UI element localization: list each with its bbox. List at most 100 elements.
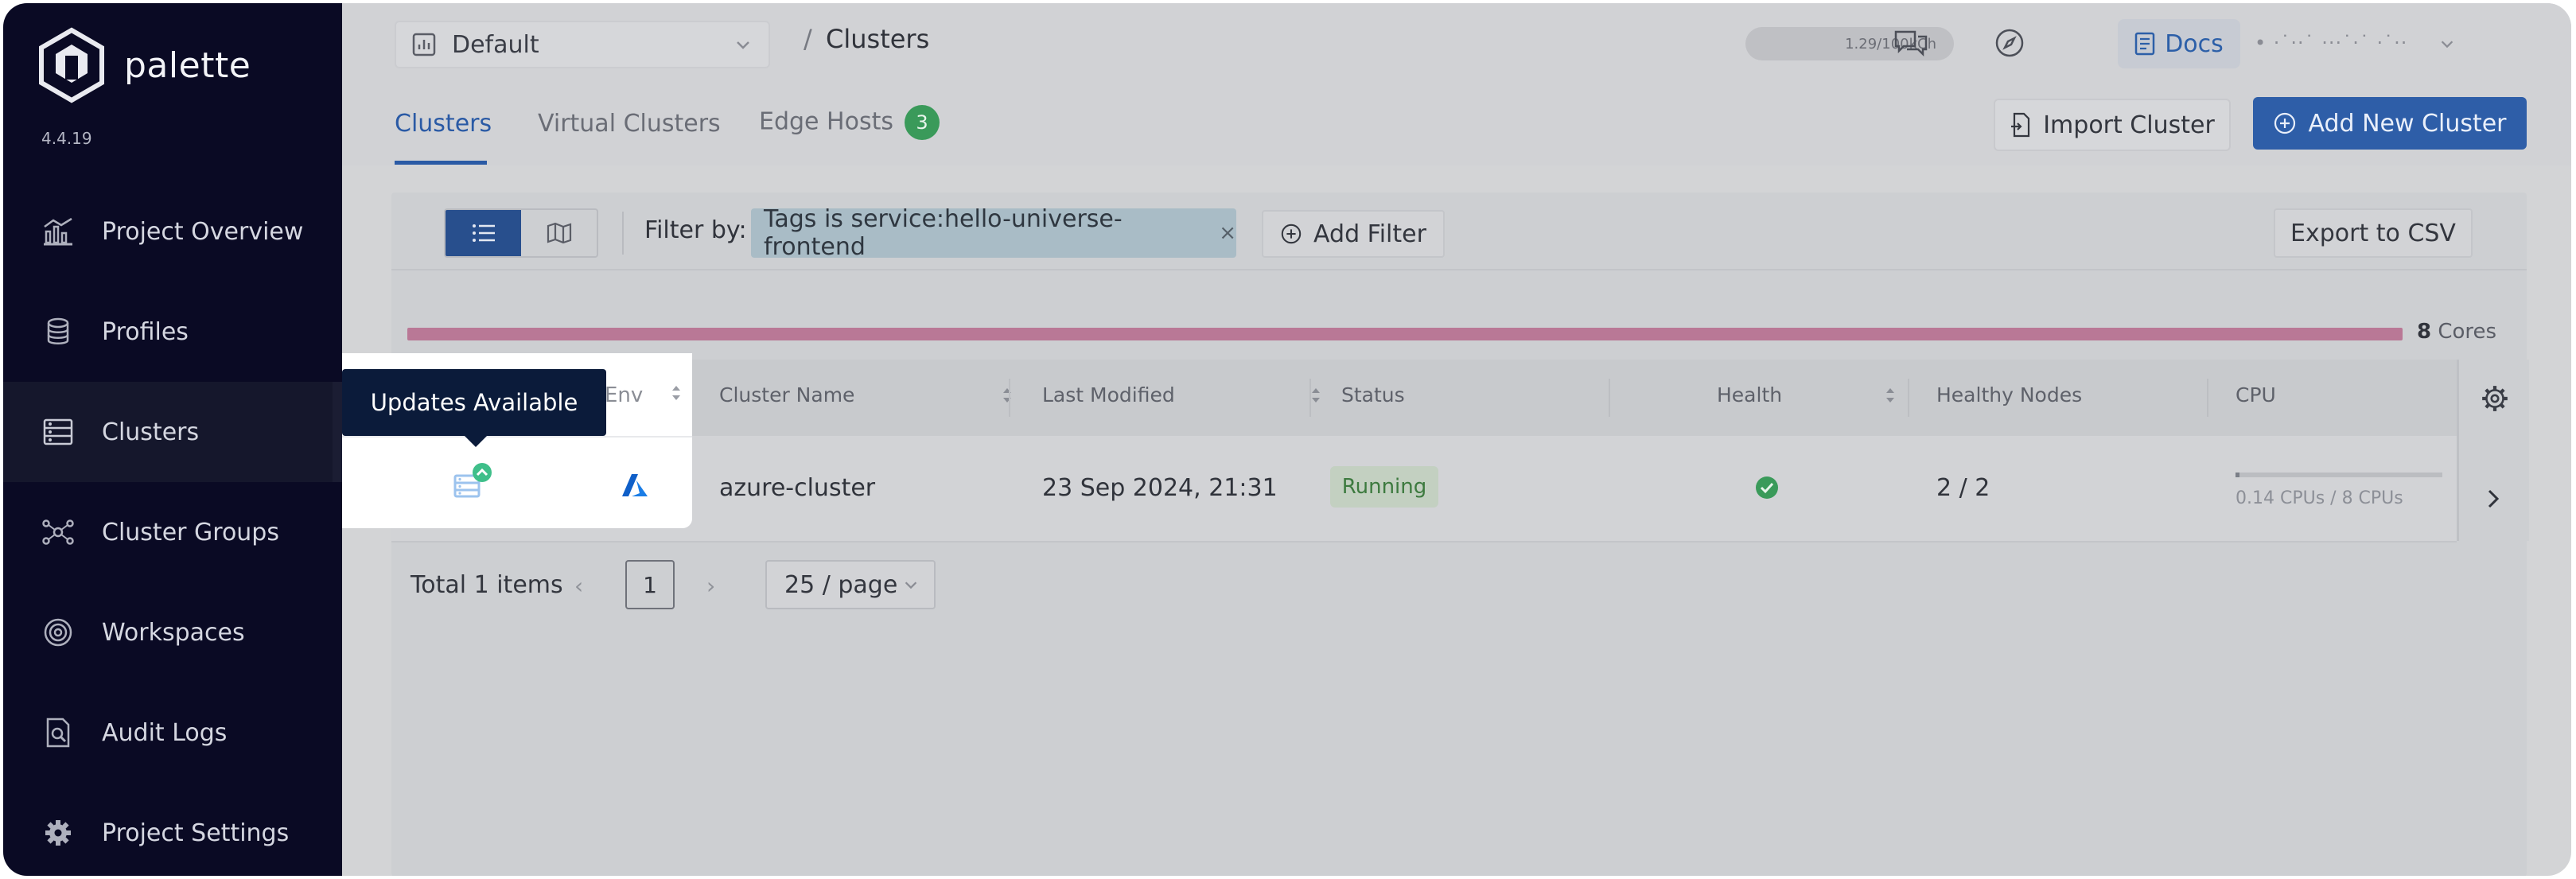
cluster-name-cell[interactable]: azure-cluster	[719, 474, 875, 502]
page-size-select[interactable]: 25 / page	[765, 560, 936, 609]
gear-icon[interactable]	[2480, 383, 2510, 417]
cores-value: 8	[2417, 320, 2432, 344]
sidebar-item-clusters[interactable]: Clusters	[3, 382, 342, 482]
page-size-label: 25 / page	[784, 570, 898, 599]
column-header-last-modified[interactable]: Last Modified	[1042, 383, 1320, 406]
cores-label: 8 Cores	[2417, 320, 2496, 344]
add-filter-label: Add Filter	[1313, 220, 1426, 248]
column-header-cpu: CPU	[2236, 383, 2276, 406]
column-divider	[1309, 379, 1311, 417]
sort-icon[interactable]	[1884, 386, 1897, 405]
close-icon[interactable]: ×	[1219, 221, 1236, 245]
top-bar: Default / Clusters 1.29/100kCh Docs • ·˙…	[342, 3, 2571, 83]
chat-icon[interactable]	[1890, 22, 1932, 64]
sidebar-item-label: Profiles	[102, 317, 189, 346]
cluster-groups-icon	[40, 514, 76, 550]
chevron-right-icon[interactable]	[2483, 487, 2504, 514]
column-header-health[interactable]: Health	[1717, 383, 1894, 406]
sidebar-item-audit-logs[interactable]: Audit Logs	[3, 683, 342, 783]
gear-icon	[40, 815, 76, 851]
cpu-usage-bar	[2236, 473, 2442, 477]
sidebar-item-label: Clusters	[102, 418, 200, 446]
tooltip: Updates Available	[342, 369, 606, 447]
previous-page-icon[interactable]: ‹	[574, 573, 583, 599]
workspaces-icon	[40, 614, 76, 651]
export-csv-button[interactable]: Export to CSV	[2274, 208, 2473, 258]
list-icon	[472, 224, 495, 242]
healthy-nodes-cell: 2 / 2	[1936, 474, 1990, 502]
column-divider	[1609, 379, 1610, 417]
user-name: • ·˙··˙ ···˙·˙ ·˙··	[2255, 32, 2408, 54]
cores-usage-bar	[407, 328, 2403, 340]
column-label: CPU	[2236, 383, 2276, 406]
column-header-healthy-nodes: Healthy Nodes	[1936, 383, 2082, 406]
sort-icon[interactable]	[1309, 386, 1322, 405]
active-tab-indicator	[395, 161, 487, 165]
clusters-icon	[40, 414, 76, 450]
column-label: Cluster Name	[719, 383, 855, 406]
toolbar-divider	[622, 212, 624, 255]
updates-available-icon[interactable]	[452, 461, 500, 504]
column-settings	[2457, 360, 2529, 541]
sidebar-item-cluster-groups[interactable]: Cluster Groups	[3, 482, 342, 582]
filter-chip-label: Tags is service:hello-universe-frontend	[764, 205, 1123, 261]
compass-icon[interactable]	[1989, 22, 2030, 64]
add-new-cluster-button[interactable]: Add New Cluster	[2253, 97, 2527, 150]
column-label: Healthy Nodes	[1936, 383, 2083, 406]
sort-icon[interactable]	[670, 383, 683, 406]
audit-logs-icon	[40, 714, 76, 751]
plus-circle-icon	[1280, 223, 1302, 245]
map-view-button[interactable]	[521, 210, 597, 256]
logo-text: palette	[124, 45, 251, 86]
chevron-down-icon	[737, 41, 749, 49]
column-divider	[1908, 379, 1909, 417]
palette-logo-icon	[39, 27, 104, 103]
divider	[391, 269, 2527, 270]
sidebar-item-label: Project Overview	[102, 217, 304, 246]
view-toggle	[444, 208, 598, 258]
table-row[interactable]: azure-cluster 23 Sep 2024, 21:31 Running…	[391, 436, 2457, 543]
project-select[interactable]: Default	[395, 21, 770, 68]
sidebar-item-project-overview[interactable]: Project Overview	[3, 181, 342, 282]
cores-unit: Cores	[2438, 320, 2497, 344]
sort-icon[interactable]	[1001, 386, 1014, 405]
map-icon	[547, 222, 571, 244]
column-header-cluster-name[interactable]: Cluster Name	[719, 383, 1011, 406]
check-circle-icon	[1755, 476, 1779, 503]
logo[interactable]: palette	[38, 27, 251, 103]
breadcrumb: Clusters	[826, 24, 930, 54]
user-menu[interactable]: • ·˙··˙ ···˙·˙ ·˙··	[2255, 32, 2456, 54]
chevron-down-icon	[905, 581, 917, 589]
tab-clusters[interactable]: Clusters	[395, 110, 492, 138]
sidebar-item-project-settings[interactable]: Project Settings	[3, 783, 342, 876]
column-label: Status	[1341, 383, 1405, 406]
column-divider	[1009, 379, 1010, 417]
project-icon	[412, 33, 436, 56]
sidebar-item-label: Cluster Groups	[102, 518, 279, 546]
book-icon	[2134, 32, 2155, 56]
tab-virtual-clusters[interactable]: Virtual Clusters	[538, 110, 721, 138]
azure-icon	[621, 473, 649, 501]
column-header-env: Env	[605, 383, 644, 407]
docs-label: Docs	[2165, 29, 2224, 58]
add-filter-button[interactable]: Add Filter	[1262, 210, 1445, 258]
cpu-usage-fill	[2236, 473, 2239, 477]
sidebar: palette 4.4.19 Project Overview Profiles…	[3, 3, 342, 876]
sidebar-item-profiles[interactable]: Profiles	[3, 282, 342, 382]
filter-chip[interactable]: Tags is service:hello-universe-frontend …	[751, 205, 1236, 261]
sidebar-item-workspaces[interactable]: Workspaces	[3, 582, 342, 683]
sidebar-item-label: Workspaces	[102, 618, 245, 647]
page-number[interactable]: 1	[625, 560, 675, 609]
add-new-cluster-label: Add New Cluster	[2308, 109, 2507, 138]
import-icon	[2010, 112, 2032, 138]
column-label: Health	[1717, 383, 1783, 406]
list-view-button[interactable]	[446, 210, 521, 256]
next-page-icon[interactable]: ›	[706, 573, 715, 599]
docs-button[interactable]: Docs	[2118, 19, 2240, 68]
pagination: Total 1 items ‹ 1 › 25 / page	[391, 555, 2527, 619]
tab-edge-hosts[interactable]: Edge Hosts 3	[759, 105, 940, 140]
import-cluster-button[interactable]: Import Cluster	[1994, 99, 2231, 151]
column-label: Last Modified	[1042, 383, 1175, 406]
tab-label: Edge Hosts	[759, 107, 893, 136]
breadcrumb-separator: /	[804, 24, 812, 54]
